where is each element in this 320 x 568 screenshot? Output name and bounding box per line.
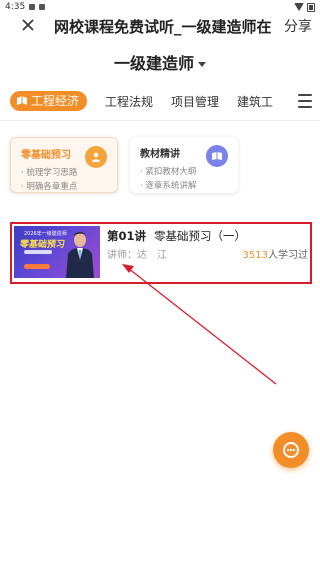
title-bar: 网校课程免费试听_一级建造师在 分享	[0, 14, 320, 38]
thumbnail-subline	[24, 250, 52, 254]
notification-icon-2	[39, 4, 46, 10]
chevron-down-icon	[198, 61, 206, 67]
lecturer-photo	[66, 232, 94, 278]
tab-book-icon	[17, 96, 27, 105]
card-line: · 紧扣教材大纲	[140, 167, 197, 177]
status-bar: 4:35	[0, 0, 320, 14]
student-count-number: 3513	[242, 250, 268, 261]
student-count: 3513人学习过	[243, 246, 308, 261]
course-title: 第01讲 零基础预习（一）	[107, 228, 246, 244]
people-icon	[85, 146, 107, 168]
subject-title: 一级建造师	[113, 54, 194, 73]
chat-support-button[interactable]	[273, 432, 309, 468]
course-teacher: 讲师：达 江	[107, 250, 167, 261]
student-count-suffix: 人学习过	[268, 250, 308, 261]
card-textbook-lecture[interactable]: 教材精讲 · 紧扣教材大纲 · 逐章系统讲解	[130, 137, 238, 193]
tab-bar: 工程经济 工程法规 项目管理 建筑工	[0, 82, 320, 121]
card-line: · 逐章系统讲解	[140, 181, 197, 191]
tab-project-management[interactable]: 项目管理	[171, 93, 219, 110]
course-list-item[interactable]: 2026年一级建造师 零基础预习 第01讲 零基础预习（一） 讲师：达 江 351…	[10, 222, 312, 284]
page-title: 网校课程免费试听_一级建造师在	[54, 17, 272, 36]
card-line: · 明确各章重点	[21, 182, 78, 192]
close-button[interactable]	[22, 14, 46, 38]
thumbnail-pill	[24, 264, 50, 269]
tab-engineering-regulations[interactable]: 工程法规	[105, 93, 153, 110]
tab-construction[interactable]: 建筑工	[237, 93, 273, 110]
tab-label: 工程经济	[31, 94, 80, 108]
battery-icon	[307, 2, 315, 12]
menu-icon[interactable]	[298, 94, 312, 112]
annotation-arrow-line	[127, 267, 277, 385]
notification-icon	[29, 4, 36, 10]
subject-selector[interactable]: 一级建造师	[0, 42, 320, 82]
lecture-name: 零基础预习（一）	[154, 229, 247, 243]
chat-icon	[283, 442, 299, 458]
thumbnail-title: 零基础预习	[19, 240, 66, 250]
course-category-cards: 零基础预习 · 梳理学习思路 · 明确各章重点 教材精讲 · 紧扣教材大纲 · …	[0, 125, 320, 193]
wifi-icon	[294, 3, 304, 11]
lecture-number: 第01讲	[107, 229, 147, 243]
course-thumbnail: 2026年一级建造师 零基础预习	[14, 226, 100, 278]
close-icon	[22, 19, 34, 31]
status-time: 4:35	[5, 2, 26, 12]
card-line: · 梳理学习思路	[21, 168, 78, 178]
thumbnail-caption: 2026年一级建造师	[24, 231, 67, 237]
open-book-icon	[206, 145, 228, 167]
share-button[interactable]: 分享	[284, 16, 312, 36]
card-zero-basis-preview[interactable]: 零基础预习 · 梳理学习思路 · 明确各章重点	[10, 137, 118, 193]
tab-engineering-economics[interactable]: 工程经济	[10, 91, 88, 111]
